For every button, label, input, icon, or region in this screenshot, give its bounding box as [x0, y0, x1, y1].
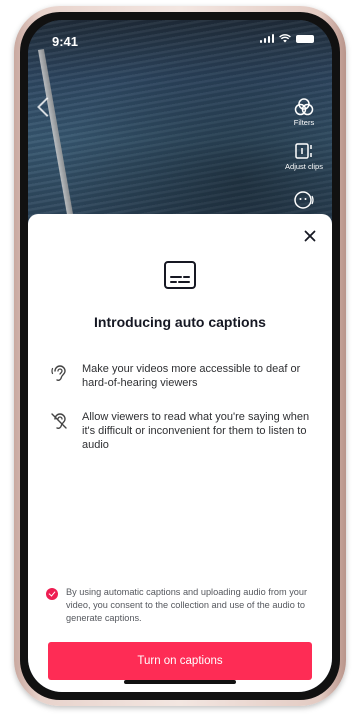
muted-ear-icon — [48, 410, 70, 452]
cellular-signal-icon — [259, 34, 274, 43]
status-time: 9:41 — [52, 34, 79, 49]
adjust-clips-tool[interactable]: Adjust clips — [280, 142, 328, 171]
phone-bezel: 9:41 Filters Adjust clips Introducing au… — [20, 12, 340, 700]
feature-read-captions-text: Allow viewers to read what you're saying… — [82, 411, 310, 451]
status-icons — [259, 34, 314, 43]
filters-icon — [294, 98, 314, 116]
adjust-clips-label: Adjust clips — [285, 162, 323, 171]
consent-row: By using automatic captions and uploadin… — [46, 586, 316, 625]
consent-checkbox[interactable] — [46, 588, 58, 600]
device-mockup: 9:41 Filters Adjust clips Introducing au… — [0, 0, 356, 716]
phone-frame: 9:41 Filters Adjust clips Introducing au… — [14, 6, 346, 706]
filters-label: Filters — [293, 118, 315, 127]
auto-captions-sheet: Introducing auto captions Make your vide… — [28, 214, 332, 692]
filters-tool[interactable]: Filters — [280, 98, 328, 127]
feature-accessibility: Make your videos more accessible to deaf… — [48, 362, 312, 390]
home-indicator — [124, 680, 236, 684]
voice-effects-tool[interactable] — [280, 190, 328, 212]
adjust-clips-icon — [295, 143, 312, 159]
close-icon[interactable] — [302, 228, 318, 244]
turn-on-captions-button[interactable]: Turn on captions — [48, 642, 312, 680]
status-bar: 9:41 — [28, 20, 332, 54]
consent-text: By using automatic captions and uploadin… — [66, 587, 308, 623]
ear-icon — [48, 362, 70, 390]
feature-accessibility-text: Make your videos more accessible to deaf… — [82, 363, 301, 389]
battery-icon — [296, 35, 314, 43]
voice-effects-icon — [294, 191, 314, 209]
feature-read-captions: Allow viewers to read what you're saying… — [48, 410, 312, 452]
captions-icon — [164, 261, 196, 289]
wifi-icon — [279, 34, 291, 43]
sheet-title: Introducing auto captions — [94, 314, 266, 330]
phone-screen: 9:41 Filters Adjust clips Introducing au… — [28, 20, 332, 692]
